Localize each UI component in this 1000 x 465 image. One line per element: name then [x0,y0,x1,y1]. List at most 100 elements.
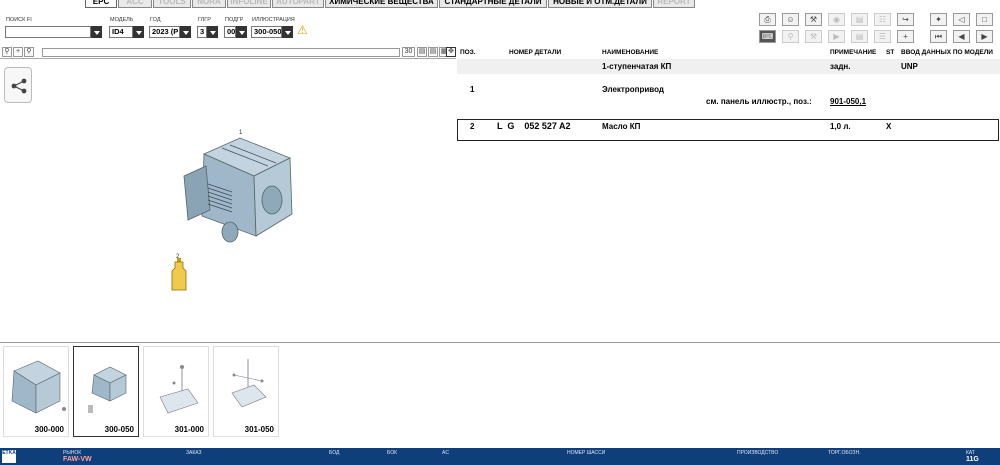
group-dropdown-button[interactable] [207,26,218,38]
row0-name: 1-ступенчатая КП [602,62,672,71]
split-right-icon[interactable]: ▤ [428,47,438,57]
tab-acc[interactable]: ACC [118,0,152,8]
add-icon[interactable]: + [897,30,914,43]
thumbnail-label: 300-000 [34,425,64,434]
illustration-select[interactable]: 300-050 [251,26,282,38]
thumbnail-label: 301-000 [174,425,204,434]
tab-chemicals[interactable]: ХИМИЧЕСКИЕ ВЕЩЕСТВА [325,0,438,8]
vod-label: БОД [329,450,340,456]
model-dropdown-button[interactable] [133,26,144,38]
previous-page-icon[interactable]: ◀ [953,30,970,43]
thumbnail-strip: 300-000 300-050 301-000 301-050 [0,342,1000,443]
thumbnail-301-000[interactable]: 301-000 [143,346,209,437]
status-bar: ETKA РЫНОК FAW-VW ЗАКАЗ БОД БОК AC НОМЕР… [0,448,1000,465]
tab-autopart[interactable]: AUTOPART [272,0,324,8]
document-icon[interactable]: ▤ [851,30,868,43]
search-input[interactable] [5,26,91,38]
vehicle-icon[interactable]: ◉ [828,13,845,26]
col-pos-header[interactable]: ПОЗ. [460,49,476,56]
thumbnail-label: 301-050 [244,425,274,434]
chassis-label: НОМЕР ШАССИ [567,450,606,456]
row3-name: Масло КП [602,122,641,131]
production-label: ПРОИЗВОДСТВО [737,450,779,456]
row3-pos: 2 [470,122,475,131]
parts-table: ПОЗ. НОМЕР ДЕТАЛИ НАИМЕНОВАНИЕ ПРИМЕЧАНИ… [457,46,1000,342]
search-label: ПОИСК FI [6,17,32,23]
subgroup-select[interactable]: 00 [224,26,236,38]
electric-drive-illustration[interactable] [172,136,300,252]
subgroup-label: ПОДГР [225,17,244,23]
col-part-number-header[interactable]: НОМЕР ДЕТАЛИ [509,49,561,56]
model-select[interactable]: ID4 [109,26,133,38]
tab-bar: EPC ACC TOOLS NORA INFOLINE AUTOPART ХИМ… [0,0,1000,9]
thumbnail-300-000[interactable]: 300-000 [3,346,69,437]
model-label: МОДЕЛЬ [110,17,134,23]
illustration-label: ИЛЛЮСТРАЦИЯ [252,17,295,23]
zoom-area-icon[interactable]: ⚲ [24,47,34,57]
tab-standard-parts[interactable]: СТАНДАРТНЫЕ ДЕТАЛИ [439,0,547,8]
trade-label: ТОРГ.ОБОЗН. [828,450,861,456]
tab-tools[interactable]: TOOLS [153,0,191,8]
row1-pos: 1 [470,85,475,94]
col-model-header[interactable]: ВВОД ДАННЫХ ПО МОДЕЛИ [901,49,993,56]
warning-triangle-icon[interactable]: ⚠ [297,24,308,36]
ac-label: AC [442,450,449,456]
oil-bottle-illustration[interactable] [170,258,188,292]
parts-cart-icon[interactable]: ☺ [782,13,799,26]
app-logo: ETKA [2,450,16,463]
split-left-icon[interactable]: ▤ [417,47,427,57]
share-icon [11,78,27,94]
tab-new-parts[interactable]: НОВЫЕ И ОТМ.ДЕТАЛИ [548,0,652,8]
bookmark-icon[interactable]: ◁ [953,13,970,26]
elsa-icon[interactable]: ▤ [851,13,868,26]
keyboard-icon[interactable]: ⌨ [759,30,776,43]
row2-name: см. панель иллюстр., поз.: [706,97,812,106]
pin-icon[interactable]: ✦ [930,13,947,26]
order-label: ЗАКАЗ [186,450,202,456]
zoom-fit-icon[interactable]: ⚲ [2,47,12,57]
key-icon[interactable]: ⚲ [782,30,799,43]
window-icon[interactable]: □ [976,13,993,26]
row2-reference-link[interactable]: 901-050,1 [830,97,866,106]
list-icon[interactable]: ☰ [874,30,891,43]
export-icon[interactable]: ↪ [897,13,914,26]
search-dropdown-button[interactable] [91,26,102,38]
tab-report[interactable]: REPORT [653,0,695,8]
illustration-dropdown-button[interactable] [282,26,293,38]
share-button[interactable] [4,67,32,103]
next-page-icon[interactable]: ▶ [976,30,993,43]
illustration-toolbar: ⚲ + ⚲ 30 ▤ ▤ ▦ ✥ [0,46,456,59]
scan-icon[interactable]: ☷ [874,13,891,26]
tab-infoline[interactable]: INFOLINE [227,0,271,8]
etka-window: EPC ACC TOOLS NORA INFOLINE AUTOPART ХИМ… [0,0,1000,465]
filter-toolbar: ПОИСК FI МОДЕЛЬ ID4 ГОД 2023 (P ГЛГР 3 П… [0,9,456,49]
zoom-value: 30 [402,47,415,57]
thumbnail-301-050[interactable]: 301-050 [213,346,279,437]
move-icon[interactable]: ✥ [446,47,456,57]
col-note-header[interactable]: ПРИМЕЧАНИЕ [830,49,876,56]
table-row[interactable] [457,59,1000,74]
col-name-header[interactable]: НАИМЕНОВАНИЕ [602,49,658,56]
row3-st: X [886,122,892,131]
year-select[interactable]: 2023 (P [149,26,180,38]
subgroup-dropdown-button[interactable] [236,26,247,38]
play-icon[interactable]: ▶ [828,30,845,43]
thumbnail-300-050[interactable]: 300-050 [73,346,139,437]
print-icon[interactable]: ⎙ [759,13,776,26]
col-st-header[interactable]: ST [886,49,894,56]
tab-epc[interactable]: EPC [85,0,117,8]
row1-name: Электропривод [602,85,664,94]
catalog-value: 11G [966,456,979,463]
wrench-icon[interactable]: ⚒ [805,30,822,43]
row0-model: UNP [901,62,918,71]
tools-icon[interactable]: ⚒ [805,13,822,26]
row3-part-number: L G 052 527 A2 [497,121,571,131]
zoom-slider[interactable] [42,48,400,57]
year-dropdown-button[interactable] [180,26,191,38]
group-select[interactable]: 3 [197,26,207,38]
vok-label: БОК [387,450,398,456]
row3-note: 1,0 л. [830,122,851,131]
first-page-icon[interactable]: ⏮ [930,30,947,43]
zoom-in-icon[interactable]: + [13,47,23,57]
tab-nora[interactable]: NORA [192,0,226,8]
